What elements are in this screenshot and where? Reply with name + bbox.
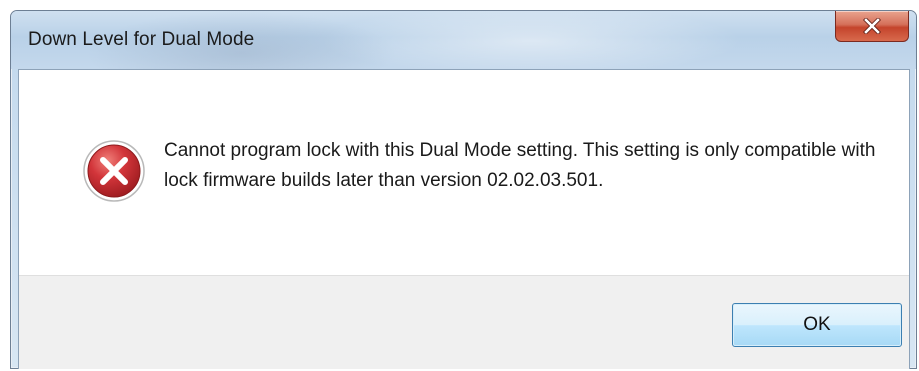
button-bar: OK xyxy=(19,275,909,369)
dialog-window: Down Level for Dual Mode Cannot program … xyxy=(10,10,917,369)
close-button[interactable] xyxy=(835,11,909,42)
window-title: Down Level for Dual Mode xyxy=(28,29,255,50)
error-message: Cannot program lock with this Dual Mode … xyxy=(164,140,876,191)
dialog-content: Cannot program lock with this Dual Mode … xyxy=(18,69,910,369)
ok-button[interactable]: OK xyxy=(732,303,902,347)
title-bar[interactable]: Down Level for Dual Mode xyxy=(11,11,916,69)
error-icon xyxy=(83,140,145,202)
close-icon xyxy=(863,18,881,34)
